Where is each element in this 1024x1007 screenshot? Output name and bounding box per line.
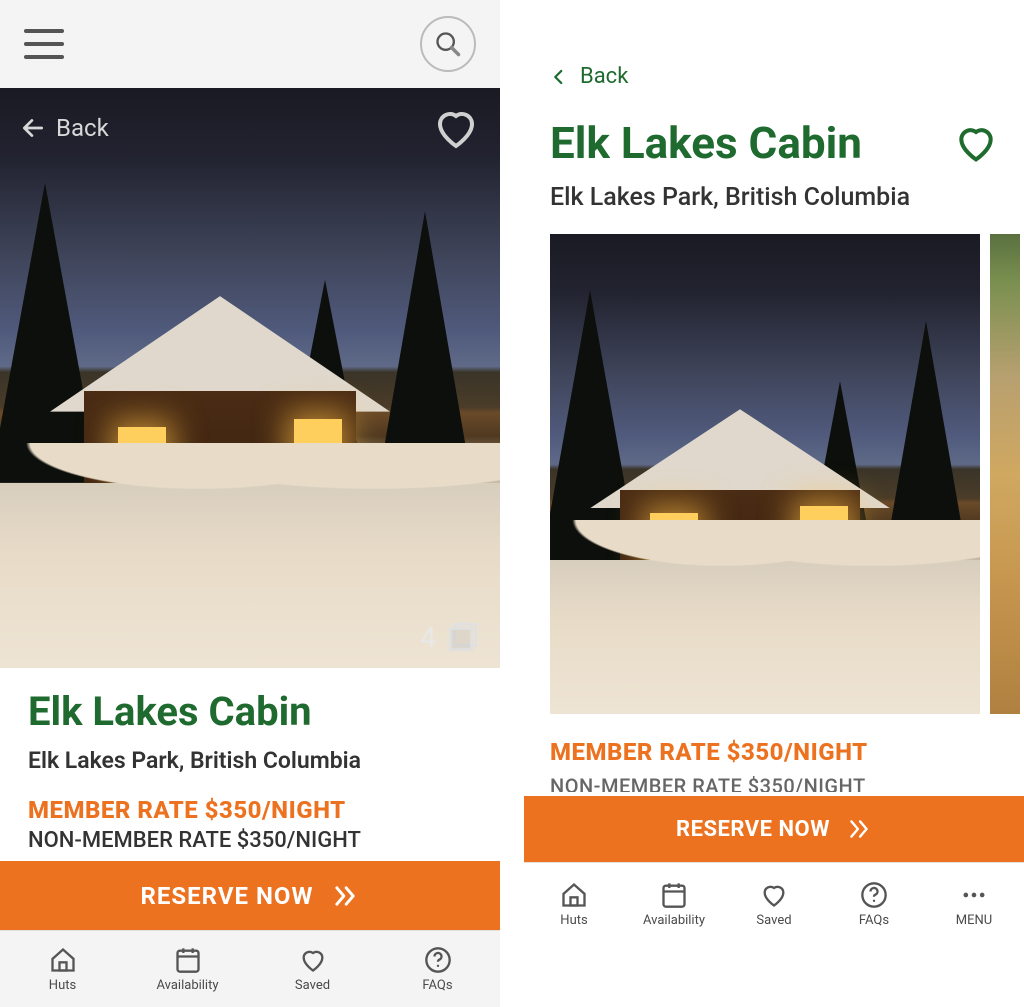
home-icon <box>560 881 588 909</box>
nav-huts-label: Huts <box>560 913 587 928</box>
bottom-nav: Huts Availability Saved FAQs MENU <box>524 862 1024 946</box>
nav-saved[interactable]: Saved <box>250 931 375 1007</box>
hero-image[interactable] <box>550 234 980 714</box>
question-icon <box>860 881 888 909</box>
hamburger-menu-icon[interactable] <box>24 29 64 59</box>
nonmember-rate-cutoff: NON-MEMBER RATE $350/NIGHT <box>550 774 998 792</box>
nav-saved-label: Saved <box>756 913 791 928</box>
back-label: Back <box>56 114 109 142</box>
back-button[interactable]: Back <box>20 114 109 142</box>
nav-huts-label: Huts <box>49 978 76 993</box>
gallery-icon <box>446 620 480 654</box>
member-rate: MEMBER RATE $350/NIGHT <box>28 796 472 824</box>
bottom-nav: Huts Availability Saved FAQs <box>0 930 500 1007</box>
search-icon <box>434 30 462 58</box>
nonmember-rate: NON-MEMBER RATE $350/NIGHT <box>28 828 472 853</box>
nav-menu-label: MENU <box>956 913 992 928</box>
nav-menu[interactable]: MENU <box>924 863 1024 946</box>
next-image-peek[interactable] <box>990 234 1020 714</box>
reserve-label: RESERVE NOW <box>676 817 830 842</box>
back-button[interactable]: Back <box>550 64 998 89</box>
nav-faqs[interactable]: FAQs <box>375 931 500 1007</box>
back-label: Back <box>580 64 628 89</box>
nav-faqs-label: FAQs <box>422 978 452 993</box>
reserve-button[interactable]: RESERVE NOW <box>524 796 1024 862</box>
calendar-icon <box>174 946 202 974</box>
ellipsis-icon <box>960 881 988 909</box>
hero-image[interactable]: Back 4 <box>0 88 500 668</box>
photo-count-number: 4 <box>420 621 436 654</box>
listing-location: Elk Lakes Park, British Columbia <box>28 747 472 774</box>
heart-icon <box>760 881 788 909</box>
search-button[interactable] <box>420 16 476 72</box>
nav-huts[interactable]: Huts <box>0 931 125 1007</box>
chevron-double-right-icon <box>331 882 359 910</box>
arrow-left-icon <box>20 115 46 141</box>
nav-huts[interactable]: Huts <box>524 863 624 946</box>
favorite-heart-icon[interactable] <box>954 121 998 165</box>
nav-availability[interactable]: Availability <box>125 931 250 1007</box>
heart-icon <box>299 946 327 974</box>
nav-faqs-label: FAQs <box>859 913 889 928</box>
favorite-heart-icon[interactable] <box>432 104 480 152</box>
chevron-double-right-icon <box>846 816 872 842</box>
nav-saved-label: Saved <box>295 978 330 993</box>
nav-faqs[interactable]: FAQs <box>824 863 924 946</box>
question-icon <box>424 946 452 974</box>
nav-availability-label: Availability <box>643 913 705 928</box>
listing-content: Elk Lakes Cabin Elk Lakes Park, British … <box>0 668 500 861</box>
home-icon <box>49 946 77 974</box>
member-rate: MEMBER RATE $350/NIGHT <box>550 738 998 766</box>
nav-saved[interactable]: Saved <box>724 863 824 946</box>
listing-title: Elk Lakes Cabin <box>28 688 472 735</box>
reserve-label: RESERVE NOW <box>141 882 314 910</box>
gallery-scroller[interactable] <box>550 234 1024 714</box>
topbar <box>0 0 500 88</box>
listing-title: Elk Lakes Cabin <box>550 117 862 169</box>
phone-left-screen: Back 4 Elk Lakes Cabin Elk Lakes Park, B… <box>0 0 500 1007</box>
photo-count-badge[interactable]: 4 <box>420 620 480 654</box>
listing-location: Elk Lakes Park, British Columbia <box>550 183 998 212</box>
phone-right-screen: Back Elk Lakes Cabin Elk Lakes Park, Bri… <box>524 0 1024 1007</box>
calendar-icon <box>660 881 688 909</box>
reserve-button[interactable]: RESERVE NOW <box>0 861 500 930</box>
nav-availability[interactable]: Availability <box>624 863 724 946</box>
chevron-left-icon <box>550 68 568 86</box>
nav-availability-label: Availability <box>156 978 218 993</box>
